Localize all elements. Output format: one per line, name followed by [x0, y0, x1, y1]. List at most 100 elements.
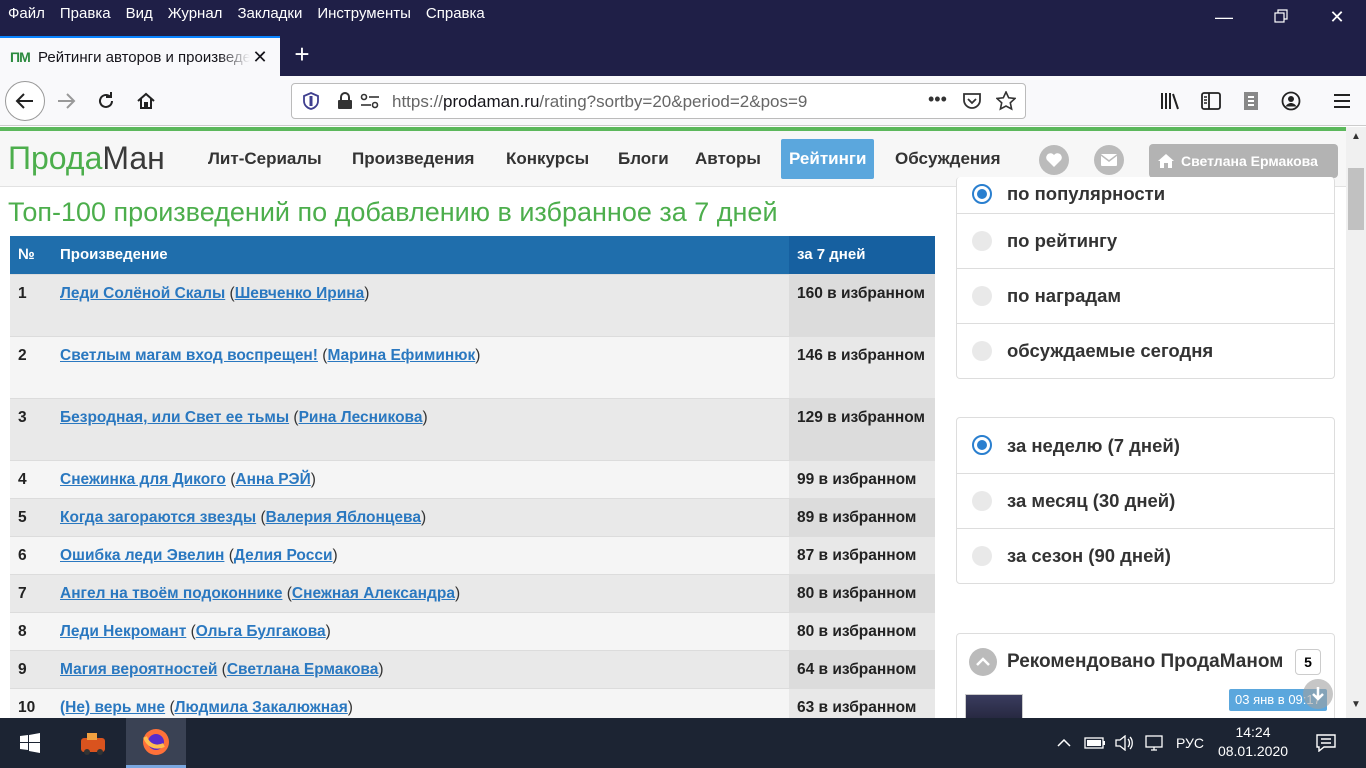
author-link[interactable]: Ольга Булгакова [196, 623, 326, 640]
radio-unchecked-icon[interactable] [972, 491, 992, 511]
extension-icon[interactable] [1235, 85, 1267, 117]
author-link[interactable]: Снежная Александра [292, 585, 455, 602]
work-title-link[interactable]: Магия вероятностей [60, 661, 217, 678]
menu-view[interactable]: Вид [126, 5, 153, 22]
menu-bookmarks[interactable]: Закладки [237, 5, 302, 22]
notifications-icon[interactable] [1310, 718, 1342, 768]
page-scrollbar[interactable]: ▲ ▼ [1346, 127, 1366, 718]
period-panel-option[interactable]: за неделю (7 дней) [957, 418, 1334, 473]
clock-time: 14:24 [1235, 724, 1271, 740]
work-title-link[interactable]: (Не) верь мне [60, 699, 165, 716]
scroll-down-icon[interactable] [1303, 679, 1333, 709]
url-host: prodaman.ru [443, 92, 540, 111]
radio-checked-icon[interactable] [972, 184, 992, 204]
nav-contests[interactable]: Конкурсы [498, 139, 597, 179]
close-window-icon[interactable]: ✕ [1324, 4, 1350, 30]
period-panel-option[interactable]: за месяц (30 дней) [957, 473, 1334, 528]
hamburger-menu-icon[interactable] [1326, 85, 1358, 117]
menu-file[interactable]: Файл [8, 5, 45, 22]
work-title-link[interactable]: Ошибка леди Эвелин [60, 547, 224, 564]
volume-icon[interactable] [1112, 718, 1138, 768]
tab-close-icon[interactable]: ✕ [250, 47, 270, 68]
sort-panel-option[interactable]: по наградам [957, 268, 1334, 323]
sort-panel-option[interactable]: по рейтингу [957, 213, 1334, 268]
menu-help[interactable]: Справка [426, 5, 485, 22]
row-number: 1 [10, 273, 52, 336]
collapse-up-icon[interactable] [969, 648, 997, 676]
author-link[interactable]: Валерия Яблонцева [266, 509, 421, 526]
nav-works[interactable]: Произведения [344, 139, 482, 179]
messages-mail-icon[interactable] [1094, 145, 1124, 175]
paren-close: ) [378, 660, 384, 678]
author-link[interactable]: Шевченко Ирина [235, 285, 365, 302]
site-logo[interactable]: ПродаМан [8, 140, 165, 177]
work-title-link[interactable]: Леди Некромант [60, 623, 186, 640]
tab-active[interactable]: ПМ Рейтинги авторов и произведений ✕ [0, 36, 280, 76]
menu-tools[interactable]: Инструменты [317, 5, 411, 22]
nav-lit-serials[interactable]: Лит-Сериалы [200, 139, 330, 179]
taskbar-firefox-icon[interactable] [126, 718, 186, 768]
work-title-link[interactable]: Снежинка для Дикого [60, 471, 226, 488]
work-title-link[interactable]: Светлым магам вход воспрещен! [60, 347, 318, 364]
author-link[interactable]: Людмила Закалюжная [175, 699, 348, 716]
restore-icon[interactable] [1268, 4, 1294, 30]
sort-panel-option[interactable]: обсуждаемые сегодня [957, 323, 1334, 378]
clock[interactable]: 14:24 08.01.2020 [1216, 723, 1290, 761]
new-tab-icon[interactable]: + [288, 40, 316, 68]
nav-authors[interactable]: Авторы [687, 139, 769, 179]
table-row: 6 Ошибка леди Эвелин (Делия Росси) 87 в из… [10, 535, 935, 574]
radio-checked-icon[interactable] [972, 435, 992, 455]
home-button[interactable] [130, 85, 162, 117]
radio-unchecked-icon[interactable] [972, 341, 992, 361]
account-icon[interactable] [1275, 85, 1307, 117]
user-name: Светлана Ермакова [1181, 153, 1318, 169]
row-number: 6 [10, 535, 52, 574]
nav-ratings[interactable]: Рейтинги [781, 139, 875, 179]
home-icon [137, 92, 155, 109]
radio-unchecked-icon[interactable] [972, 546, 992, 566]
network-icon[interactable] [1142, 718, 1168, 768]
back-button[interactable] [5, 81, 45, 121]
start-windows-icon[interactable] [0, 718, 60, 768]
address-bar[interactable]: https://prodaman.ru/rating?sortby=20&per… [291, 83, 1026, 119]
author-link[interactable]: Рина Лесникова [299, 409, 423, 426]
sort-panel-option[interactable]: по популярности [957, 177, 1334, 213]
scroll-thumb[interactable] [1348, 168, 1364, 230]
work-title-link[interactable]: Леди Солёной Скалы [60, 285, 225, 302]
reload-button[interactable] [90, 85, 122, 117]
work-title-link[interactable]: Когда загораются звезды [60, 509, 256, 526]
language-indicator[interactable]: РУС [1172, 718, 1208, 768]
work-title-link[interactable]: Безродная, или Свет ее тьмы [60, 409, 289, 426]
nav-blogs[interactable]: Блоги [610, 139, 677, 179]
scroll-down-arrow-icon[interactable]: ▼ [1351, 699, 1361, 710]
bookmark-star-icon[interactable] [995, 90, 1017, 116]
pocket-icon[interactable] [962, 92, 982, 115]
radio-unchecked-icon[interactable] [972, 286, 992, 306]
author-link[interactable]: Делия Росси [234, 547, 333, 564]
menu-edit[interactable]: Правка [60, 5, 111, 22]
work-title-link[interactable]: Ангел на твоём подоконнике [60, 585, 282, 602]
author-link[interactable]: Анна РЭЙ [235, 471, 310, 488]
permissions-icon[interactable] [360, 92, 380, 115]
minimize-icon[interactable]: — [1211, 4, 1237, 30]
radio-unchecked-icon[interactable] [972, 231, 992, 251]
author-link[interactable]: Марина Ефиминюк [327, 347, 475, 364]
period-panel-option[interactable]: за сезон (90 дней) [957, 528, 1334, 583]
book-cover-thumbnail[interactable] [965, 694, 1023, 718]
author-link[interactable]: Светлана Ермакова [227, 661, 379, 678]
user-menu-button[interactable]: Светлана Ермакова [1149, 144, 1338, 178]
lock-icon[interactable] [337, 92, 353, 115]
tray-expand-icon[interactable] [1052, 718, 1076, 768]
sidebar-toggle-icon[interactable] [1195, 85, 1227, 117]
option-label: за сезон (90 дней) [1007, 545, 1171, 566]
forward-button[interactable] [50, 85, 82, 117]
taskbar-app-game-icon[interactable] [68, 718, 120, 768]
tracking-shield-icon[interactable] [302, 92, 320, 115]
scroll-up-arrow-icon[interactable]: ▲ [1351, 131, 1361, 142]
library-icon[interactable] [1155, 85, 1187, 117]
favorites-heart-icon[interactable] [1039, 145, 1069, 175]
page-actions-icon[interactable]: ••• [928, 89, 947, 110]
nav-discussions[interactable]: Обсуждения [887, 139, 1009, 179]
battery-icon[interactable] [1082, 718, 1108, 768]
menu-history[interactable]: Журнал [168, 5, 223, 22]
